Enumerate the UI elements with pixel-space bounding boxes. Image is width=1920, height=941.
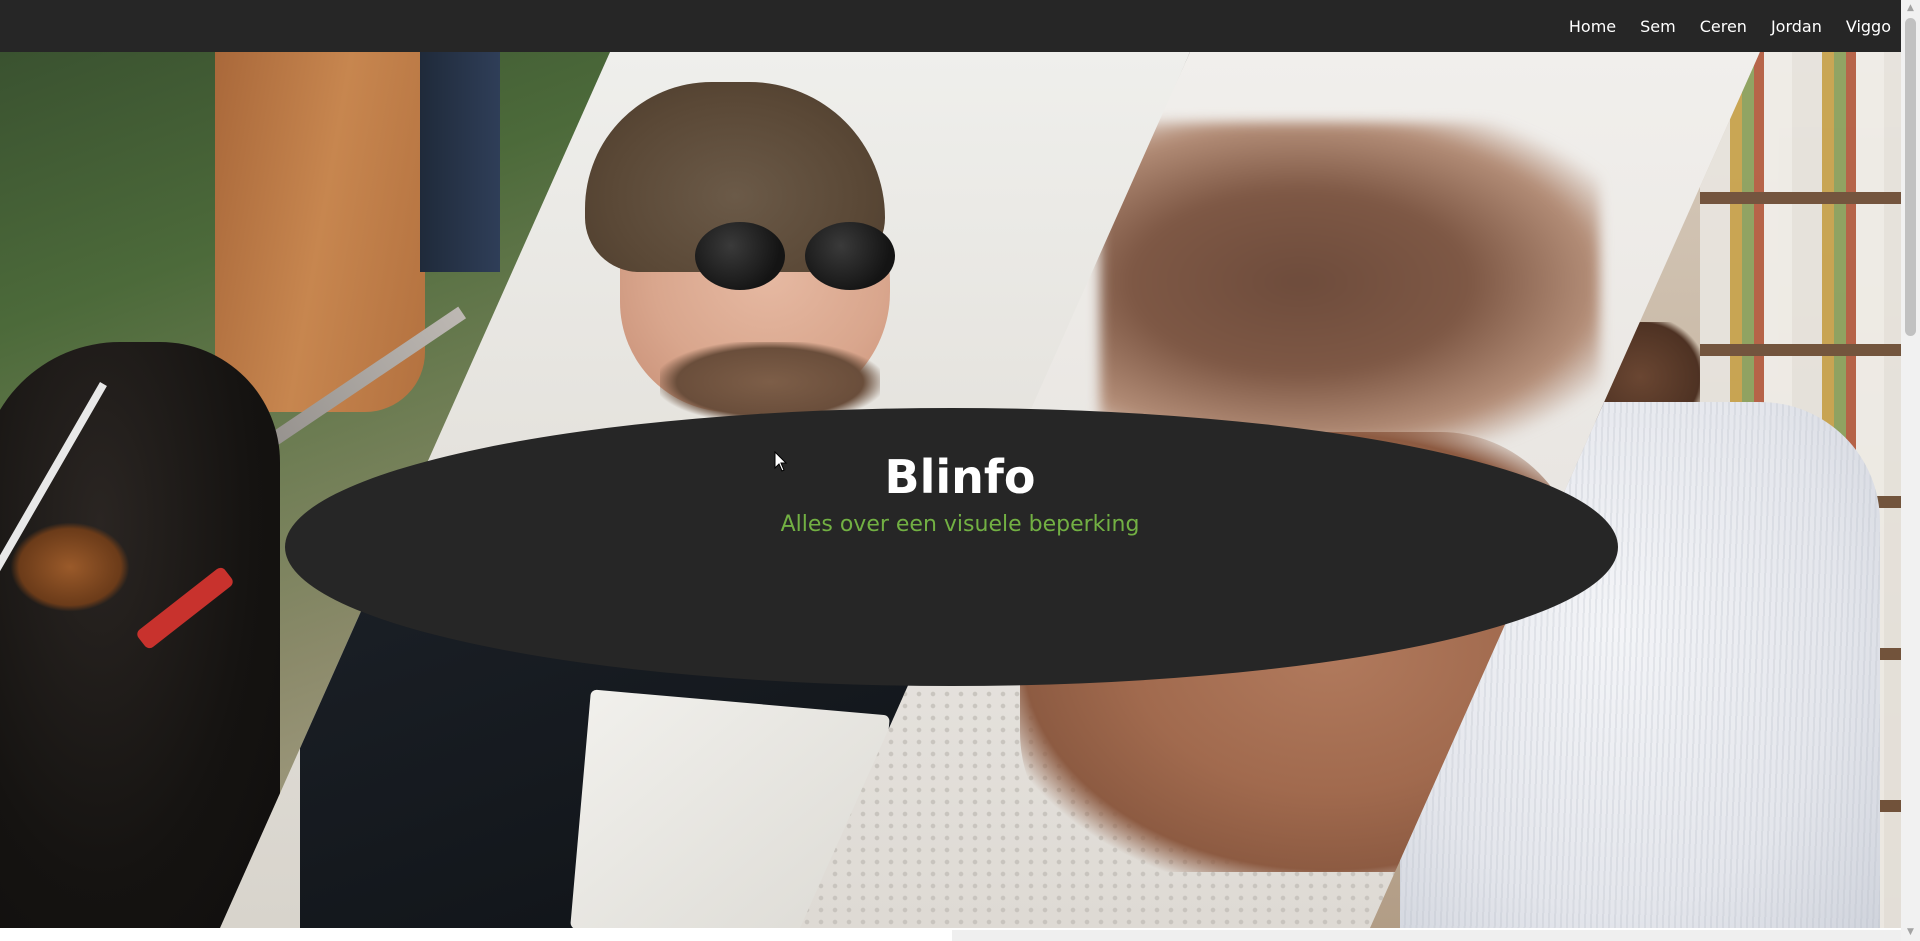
nav-item-home: Home bbox=[1569, 17, 1616, 36]
page-scrollbar[interactable]: ▲ ▼ bbox=[1901, 0, 1920, 941]
scrollbar-thumb[interactable] bbox=[1905, 18, 1916, 336]
nav-item-viggo: Viggo bbox=[1846, 17, 1891, 36]
below-fold-gray-block bbox=[952, 930, 1901, 941]
nav-item-jordan: Jordan bbox=[1771, 17, 1822, 36]
nav-link-jordan[interactable]: Jordan bbox=[1771, 17, 1822, 36]
nav-item-sem: Sem bbox=[1640, 17, 1676, 36]
hero-title: Blinfo bbox=[884, 450, 1036, 504]
sunglasses bbox=[665, 222, 895, 292]
nav-link-ceren[interactable]: Ceren bbox=[1700, 17, 1747, 36]
chevron-down-icon[interactable]: ▼ bbox=[1901, 924, 1920, 941]
nav-link-home[interactable]: Home bbox=[1569, 17, 1616, 36]
mouse-pointer-icon bbox=[774, 451, 788, 472]
hero-subtitle: Alles over een visuele beperking bbox=[780, 512, 1140, 537]
chevron-up-icon[interactable]: ▲ bbox=[1901, 0, 1920, 17]
nav-item-ceren: Ceren bbox=[1700, 17, 1747, 36]
nav-link-viggo[interactable]: Viggo bbox=[1846, 17, 1891, 36]
nav-links: Home Sem Ceren Jordan Viggo bbox=[1569, 0, 1891, 52]
top-navbar: Home Sem Ceren Jordan Viggo bbox=[0, 0, 1901, 52]
nav-link-sem[interactable]: Sem bbox=[1640, 17, 1676, 36]
